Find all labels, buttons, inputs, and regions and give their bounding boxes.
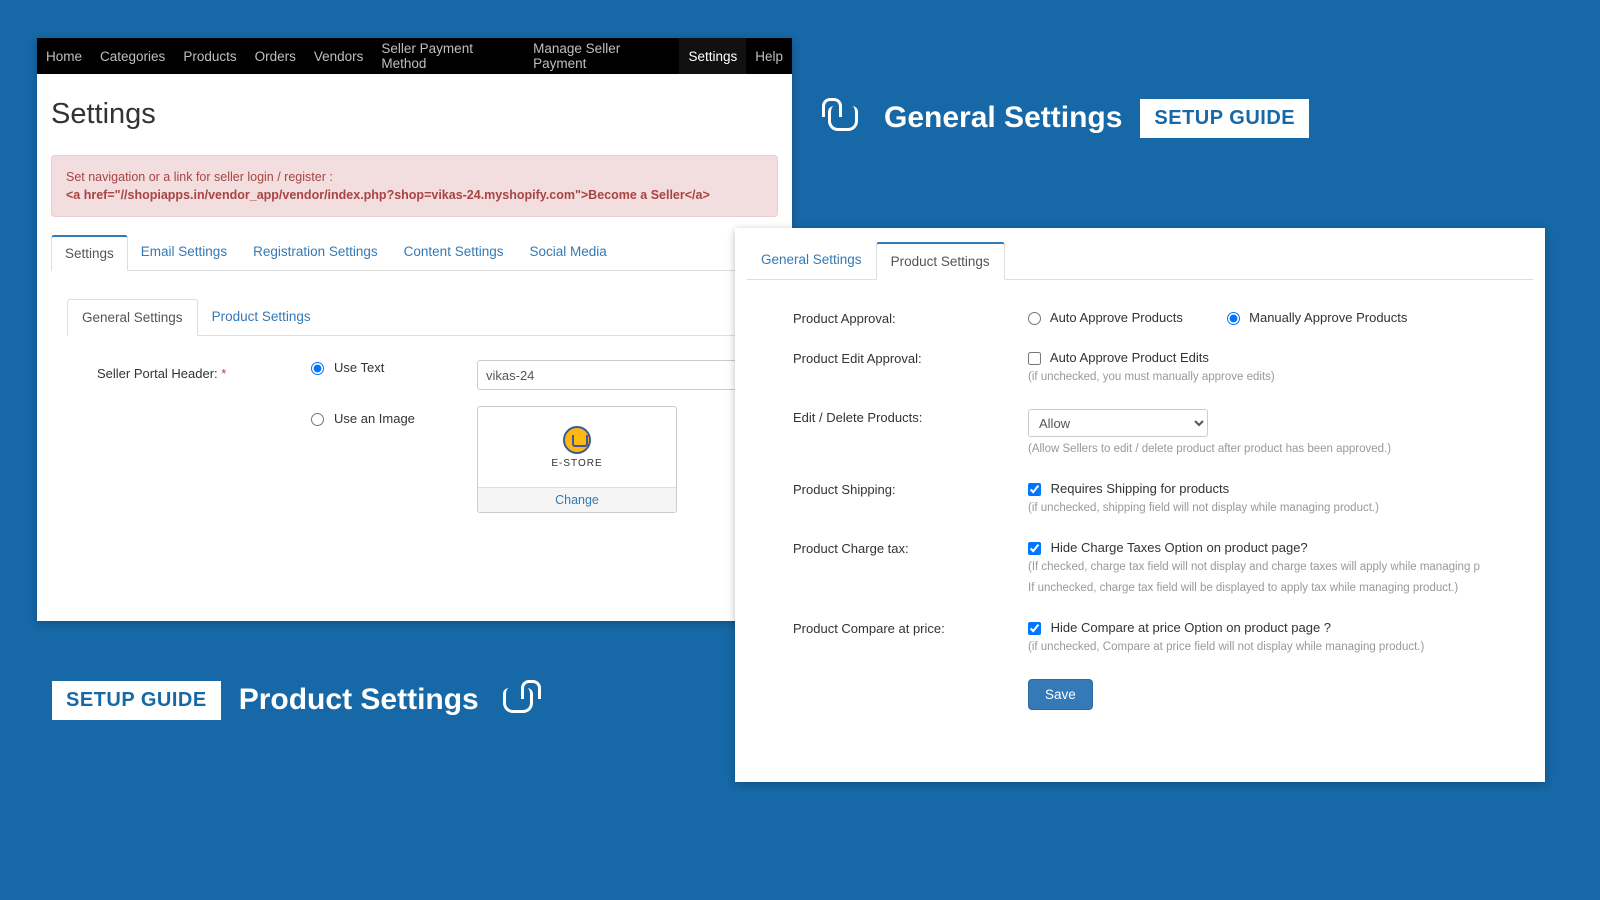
- hide-charge-tax-checkbox[interactable]: [1028, 542, 1041, 555]
- compare-price-hint: (if unchecked, Compare at price field wi…: [1028, 639, 1523, 655]
- alert-line1: Set navigation or a link for seller logi…: [66, 168, 763, 186]
- nav-seller-payment-method[interactable]: Seller Payment Method: [372, 38, 524, 74]
- auto-approve-edits-checkbox[interactable]: [1028, 352, 1041, 365]
- use-image-radio-label[interactable]: Use an Image: [311, 411, 477, 426]
- page-title: Settings: [37, 74, 792, 149]
- subtab-product-settings[interactable]: Product Settings: [198, 299, 325, 335]
- top-navigation: Home Categories Products Orders Vendors …: [37, 38, 792, 74]
- subtab2-general-settings[interactable]: General Settings: [747, 242, 876, 279]
- compare-price-label: Product Compare at price:: [793, 620, 1028, 655]
- settings-tabs: Settings Email Settings Registration Set…: [51, 235, 778, 271]
- product-edit-approval-label: Product Edit Approval:: [793, 350, 1028, 385]
- image-caption: E-STORE: [551, 458, 602, 469]
- general-settings-form: Seller Portal Header: * Use Text Use an …: [37, 336, 792, 513]
- pointing-hand-right-icon: [497, 680, 541, 720]
- auto-approve-radio[interactable]: [1028, 312, 1041, 325]
- manual-approve-radio-label[interactable]: Manually Approve Products: [1227, 310, 1408, 325]
- nav-categories[interactable]: Categories: [91, 38, 174, 74]
- charge-tax-hint1: (If checked, charge tax field will not d…: [1028, 559, 1523, 575]
- use-text-radio-label[interactable]: Use Text: [311, 360, 477, 375]
- auto-approve-radio-label[interactable]: Auto Approve Products: [1028, 310, 1187, 325]
- tab-email-settings[interactable]: Email Settings: [128, 235, 240, 270]
- use-text-radio[interactable]: [311, 362, 324, 375]
- save-button[interactable]: Save: [1028, 679, 1093, 710]
- tab-registration-settings[interactable]: Registration Settings: [240, 235, 391, 270]
- header-text-input[interactable]: [477, 360, 752, 390]
- setup-guide-badge-2: SETUP GUIDE: [52, 681, 221, 720]
- subtab-general-settings[interactable]: General Settings: [67, 299, 198, 336]
- product-settings-subtabs: General Settings Product Settings: [747, 242, 1533, 280]
- general-settings-panel: Home Categories Products Orders Vendors …: [37, 38, 792, 621]
- hide-compare-price-label[interactable]: Hide Compare at price Option on product …: [1028, 620, 1331, 635]
- product-approval-label: Product Approval:: [793, 310, 1028, 326]
- banner-general-settings: General Settings SETUP GUIDE: [822, 98, 1309, 138]
- nav-manage-seller-payment[interactable]: Manage Seller Payment: [524, 38, 679, 74]
- alert-line2: <a href="//shopiapps.in/vendor_app/vendo…: [66, 186, 763, 204]
- nav-settings[interactable]: Settings: [679, 38, 746, 74]
- subtab2-product-settings[interactable]: Product Settings: [876, 242, 1005, 280]
- settings-subtabs: General Settings Product Settings: [67, 299, 762, 336]
- manual-approve-radio[interactable]: [1227, 312, 1240, 325]
- nav-home[interactable]: Home: [37, 38, 91, 74]
- pointing-hand-left-icon: [822, 98, 866, 138]
- use-image-radio[interactable]: [311, 413, 324, 426]
- hide-charge-tax-label[interactable]: Hide Charge Taxes Option on product page…: [1028, 540, 1308, 555]
- product-settings-panel: General Settings Product Settings Produc…: [735, 228, 1545, 782]
- requires-shipping-checkbox[interactable]: [1028, 483, 1041, 496]
- seller-portal-header-label: Seller Portal Header: *: [97, 360, 311, 513]
- tab-settings[interactable]: Settings: [51, 235, 128, 271]
- edit-delete-label: Edit / Delete Products:: [793, 409, 1028, 457]
- charge-tax-label: Product Charge tax:: [793, 540, 1028, 595]
- nav-help[interactable]: Help: [746, 38, 792, 74]
- estore-logo-icon: [563, 426, 591, 454]
- banner-product-settings: SETUP GUIDE Product Settings: [52, 680, 541, 720]
- auto-approve-edits-label[interactable]: Auto Approve Product Edits: [1028, 350, 1209, 365]
- hide-compare-price-checkbox[interactable]: [1028, 622, 1041, 635]
- header-image-preview: E-STORE: [478, 407, 676, 487]
- change-image-button[interactable]: Change: [478, 487, 676, 512]
- product-shipping-label: Product Shipping:: [793, 481, 1028, 516]
- banner-title: General Settings: [884, 101, 1122, 135]
- edit-approval-hint: (if unchecked, you must manually approve…: [1028, 369, 1523, 385]
- requires-shipping-label[interactable]: Requires Shipping for products: [1028, 481, 1229, 496]
- shipping-hint: (if unchecked, shipping field will not d…: [1028, 500, 1523, 516]
- nav-vendors[interactable]: Vendors: [305, 38, 373, 74]
- banner-title-2: Product Settings: [239, 683, 479, 717]
- header-image-box: E-STORE Change: [477, 406, 677, 513]
- tab-content-settings[interactable]: Content Settings: [391, 235, 517, 270]
- nav-orders[interactable]: Orders: [246, 38, 305, 74]
- product-settings-form: Product Approval: Auto Approve Products …: [747, 280, 1533, 710]
- edit-delete-select[interactable]: Allow Disallow: [1028, 409, 1208, 437]
- tab-social-media[interactable]: Social Media: [516, 235, 619, 270]
- charge-tax-hint2: If unchecked, charge tax field will be d…: [1028, 580, 1523, 596]
- setup-guide-badge: SETUP GUIDE: [1140, 99, 1309, 138]
- edit-delete-hint: (Allow Sellers to edit / delete product …: [1028, 441, 1523, 457]
- nav-products[interactable]: Products: [174, 38, 245, 74]
- info-alert: Set navigation or a link for seller logi…: [51, 155, 778, 217]
